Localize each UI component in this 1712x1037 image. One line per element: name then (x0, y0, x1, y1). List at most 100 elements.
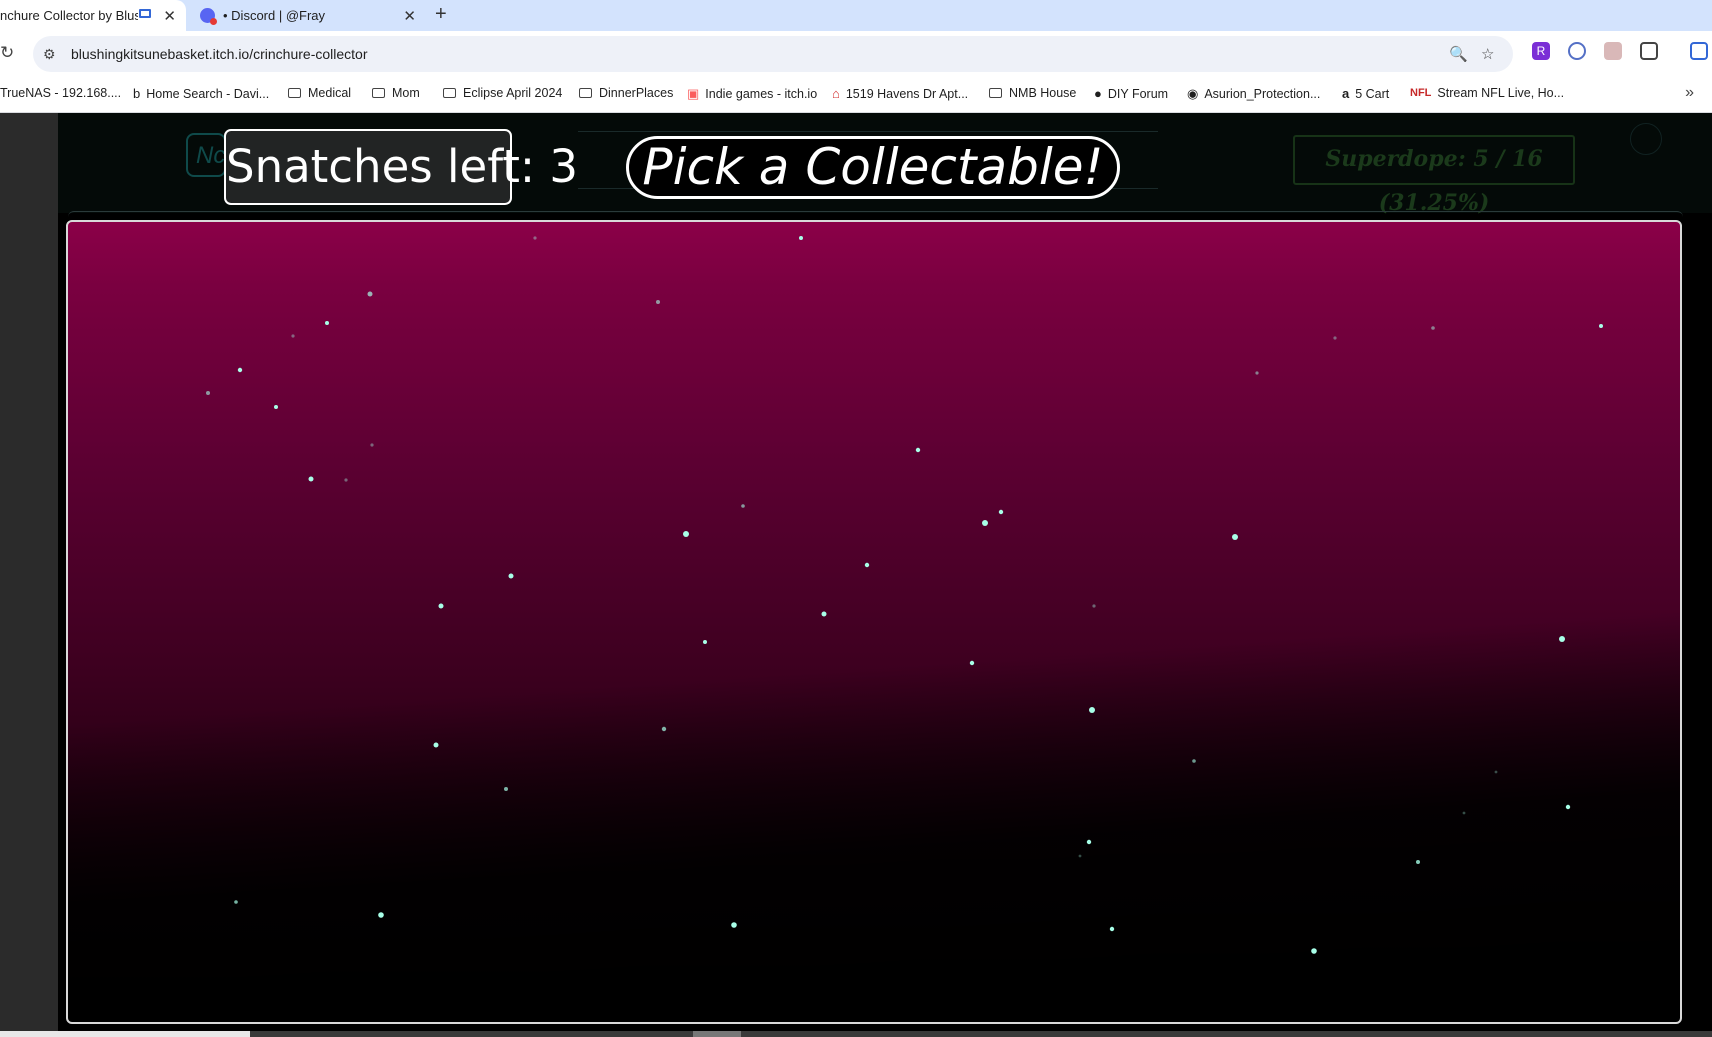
sparkle (433, 742, 439, 748)
bookmark-label: Eclipse April 2024 (463, 86, 563, 100)
sparkle (533, 236, 537, 240)
superdope-counter: Superdope: 5 / 16 (31.25%) (1293, 135, 1575, 216)
amazon-icon: a (1342, 86, 1350, 101)
sparkle (1559, 636, 1565, 642)
bookmark-mom[interactable]: Mom (372, 86, 420, 100)
bookmark-truenas[interactable]: TrueNAS - 192.168.... (0, 86, 121, 100)
sparkle (1232, 534, 1238, 540)
media-cast-icon[interactable] (139, 9, 151, 18)
bookmark-label: Asurion_Protection... (1204, 87, 1321, 101)
sparkle (741, 504, 745, 508)
bookmark-nmb-house[interactable]: NMB House (989, 86, 1076, 100)
sparkle (370, 443, 374, 447)
snatches-left-counter: Snatches left: 3 (224, 129, 578, 205)
sparkle (821, 611, 827, 617)
bookmark-diy[interactable]: ● DIY Forum (1094, 86, 1168, 101)
sparkle (656, 300, 660, 304)
sparkle (291, 334, 295, 338)
sparkles-layer (206, 236, 1603, 954)
bookmark-havens[interactable]: ⌂ 1519 Havens Dr Apt... (832, 86, 968, 101)
sparkle (1416, 860, 1420, 864)
sparkle (1494, 770, 1498, 774)
sparkle (234, 900, 238, 904)
sparkle (1078, 854, 1082, 858)
bookmark-label: TrueNAS - 192.168.... (0, 86, 122, 100)
sparkle (998, 509, 1004, 515)
extension-icon[interactable] (1568, 42, 1586, 60)
bookmark-label: NMB House (1009, 86, 1077, 100)
bookmark-star-icon[interactable]: ☆ (1481, 45, 1494, 63)
bookmark-itch[interactable]: ▣ Indie games - itch.io (687, 86, 817, 102)
sparkle (799, 236, 803, 240)
folder-icon (372, 88, 385, 98)
sparkle (1092, 604, 1096, 608)
bookmark-medical[interactable]: Medical (288, 86, 351, 100)
sparkle (1462, 811, 1466, 815)
horizontal-scrollbar[interactable] (0, 1031, 1712, 1037)
collectable-board[interactable] (66, 220, 1682, 1024)
extension-icon[interactable] (1604, 42, 1622, 60)
reload-icon[interactable]: ↻ (0, 43, 14, 63)
bookmark-asurion[interactable]: ◉ Asurion_Protection... (1187, 86, 1320, 102)
sparkle (915, 447, 921, 453)
bookmark-label: Stream NFL Live, Ho... (1437, 86, 1565, 100)
extension-r-icon[interactable]: R (1532, 42, 1550, 60)
tab-title: • Discord | @Fray (223, 8, 326, 23)
sparkle (508, 573, 514, 579)
sparkle (325, 321, 329, 325)
sparkle (1565, 804, 1571, 810)
bookmark-label: DinnerPlaces (599, 86, 674, 100)
scrollbar-thumb[interactable] (693, 1031, 741, 1037)
hidden-hud-button: Nc (186, 133, 226, 177)
extensions-puzzle-icon[interactable] (1640, 42, 1658, 60)
bookmark-cart[interactable]: a 5 Cart (1342, 86, 1389, 101)
new-tab-icon[interactable]: + (435, 3, 447, 26)
sparkle (206, 391, 210, 395)
sparkle (1431, 326, 1435, 330)
sparkle (378, 912, 384, 918)
more-bookmarks-icon[interactable]: » (1685, 84, 1694, 102)
sparkle (344, 478, 348, 482)
sparkle (308, 476, 314, 482)
bookmark-label: Indie games - itch.io (705, 87, 818, 101)
cast-icon[interactable] (1690, 42, 1708, 60)
page-viewport: Nc Superdope: 5 / 16 (31.25%) Snatches l… (0, 113, 1712, 1037)
zoom-icon[interactable]: 🔍 (1449, 45, 1468, 63)
hidden-hud-circle (1630, 123, 1662, 155)
sparkle (504, 787, 508, 791)
bookmark-nfl[interactable]: NFL Stream NFL Live, Ho... (1410, 86, 1564, 100)
sparkle (1086, 839, 1092, 845)
sparkle (438, 603, 444, 609)
address-bar[interactable]: ⚙ blushingkitsunebasket.itch.io/crinchur… (33, 36, 1513, 72)
diy-icon: ● (1094, 86, 1102, 101)
sparkle (969, 660, 975, 666)
bookmarks-bar: TrueNAS - 192.168.... b Home Search - Dav… (0, 77, 1712, 113)
sparkle (703, 640, 707, 644)
sparkle (1192, 759, 1196, 763)
bookmark-home-search[interactable]: b Home Search - Davi... (133, 86, 269, 101)
pick-collectable-prompt: Pick a Collectable! (626, 136, 1120, 199)
game-canvas[interactable]: Nc Superdope: 5 / 16 (31.25%) Snatches l… (58, 113, 1712, 1037)
tab-discord[interactable]: • Discord | @Fray ✕ (196, 0, 426, 31)
bookmark-dinnerplaces[interactable]: DinnerPlaces (579, 86, 673, 100)
sparkle (1109, 926, 1115, 932)
site-settings-icon[interactable]: ⚙ (43, 46, 56, 63)
sparkle (1333, 336, 1337, 340)
close-tab-icon[interactable]: ✕ (163, 7, 176, 25)
bookmark-label: Home Search - Davi... (146, 86, 270, 101)
tab-active[interactable]: nchure Collector by Blus ✕ (0, 0, 186, 31)
bookmark-label: DIY Forum (1107, 86, 1169, 101)
url-text[interactable]: blushingkitsunebasket.itch.io/crinchure-… (71, 46, 367, 62)
scrollbar-track-light (0, 1031, 250, 1037)
bookmark-eclipse[interactable]: Eclipse April 2024 (443, 86, 562, 100)
close-tab-icon[interactable]: ✕ (403, 7, 416, 25)
sparkle (731, 922, 737, 928)
b-icon: b (133, 86, 141, 101)
sparkle (1311, 948, 1317, 954)
bookmark-label: 1519 Havens Dr Apt... (845, 86, 969, 101)
sparkle (367, 291, 373, 297)
sparkle (683, 531, 689, 537)
bookmark-label: Mom (392, 86, 420, 100)
sparkle (661, 726, 667, 732)
browser-toolbar: ↻ ⚙ blushingkitsunebasket.itch.io/crinch… (0, 31, 1712, 77)
